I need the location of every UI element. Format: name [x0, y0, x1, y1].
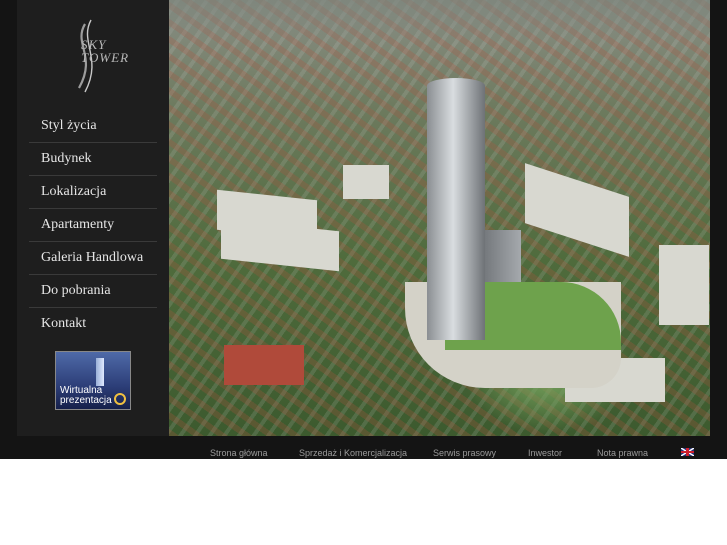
menu-item-styl-zycia[interactable]: Styl życia: [29, 110, 157, 143]
menu-item-lokalizacja[interactable]: Lokalizacja: [29, 176, 157, 209]
building-block: [525, 163, 629, 257]
main-menu: Styl życia Budynek Lokalizacja Apartamen…: [29, 110, 157, 340]
building-block: [224, 345, 304, 385]
tower-thumbnail-icon: [96, 358, 104, 386]
uk-flag-horizontal: [681, 451, 694, 453]
footer-link-investor[interactable]: Inwestor: [528, 447, 562, 459]
sidebar: SKY TOWER Styl życia Budynek Lokalizacja…: [17, 0, 169, 436]
menu-item-budynek[interactable]: Budynek: [29, 143, 157, 176]
building-block: [659, 245, 709, 325]
uk-flag-icon[interactable]: [681, 448, 694, 456]
virtual-tour-label: Wirtualna prezentacja: [60, 386, 112, 406]
sky-tower-building: [427, 78, 485, 340]
swirl-icon: [114, 393, 126, 405]
menu-item-do-pobrania[interactable]: Do pobrania: [29, 275, 157, 308]
logo-text: SKY TOWER: [81, 38, 129, 64]
footer-link-press[interactable]: Serwis prasowy: [433, 447, 496, 459]
footer-link-legal[interactable]: Nota prawna: [597, 447, 648, 459]
menu-item-kontakt[interactable]: Kontakt: [29, 308, 157, 340]
virtual-tour-button[interactable]: Wirtualna prezentacja: [55, 351, 131, 410]
building-block: [221, 218, 339, 272]
footer-nav: Strona główna Sprzedaż i Komercjalizacja…: [0, 447, 727, 459]
footer-link-home[interactable]: Strona główna: [210, 447, 268, 459]
logo-line-2: TOWER: [81, 50, 130, 65]
menu-item-galeria-handlowa[interactable]: Galeria Handlowa: [29, 242, 157, 275]
virtual-tour-line-2: prezentacja: [60, 395, 112, 406]
menu-item-apartamenty[interactable]: Apartamenty: [29, 209, 157, 242]
footer-link-sales[interactable]: Sprzedaż i Komercjalizacja: [299, 447, 407, 459]
building-block: [343, 165, 389, 199]
hero-aerial-photo: [169, 0, 710, 436]
